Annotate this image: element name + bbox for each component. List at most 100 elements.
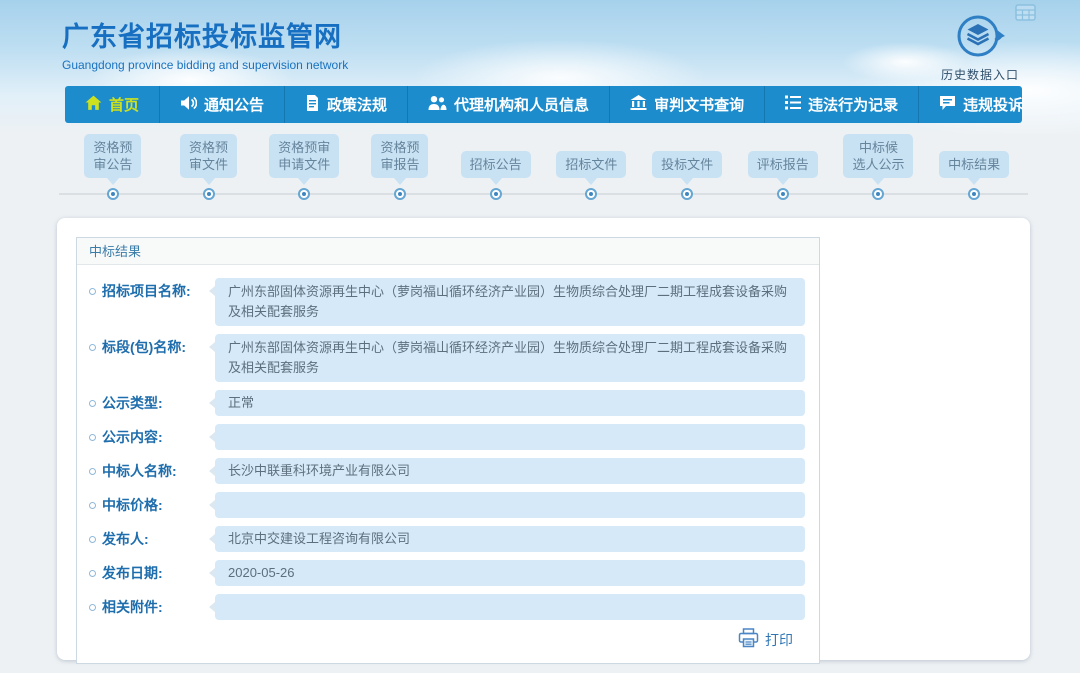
field-row-winning-price: 中标价格:: [89, 492, 805, 518]
step-dot-icon: [872, 188, 884, 200]
bubble-pointer-icon: [872, 178, 884, 185]
field-row-attachments: 相关附件:: [89, 594, 805, 620]
page-title: 广东省招标投标监管网: [62, 15, 348, 54]
step-bubble[interactable]: 中标候 选人公示: [843, 134, 913, 178]
history-data-label: 历史数据入口: [930, 66, 1030, 83]
nav-item-judgments[interactable]: 审判文书查询: [610, 86, 765, 123]
field-value: 正常: [215, 390, 805, 416]
step-bubble[interactable]: 资格预审 申请文件: [269, 134, 339, 178]
step-prequal-announcement: 资格预 审公告: [65, 134, 161, 200]
field-label: 公示类型:: [102, 390, 163, 416]
field-value: 广州东部固体资源再生中心（萝岗福山循环经济产业园）生物质综合处理厂二期工程成套设…: [215, 334, 805, 382]
panel-title: 中标结果: [77, 238, 819, 265]
result-panel: 中标结果 招标项目名称: 广州东部固体资源再生中心（萝岗福山循环经济产业园）生物…: [76, 237, 820, 664]
bullet-icon: [89, 468, 96, 475]
step-dot-icon: [298, 188, 310, 200]
step-bubble[interactable]: 招标公告: [461, 151, 531, 178]
bubble-pointer-icon: [585, 178, 597, 185]
field-label: 中标人名称:: [102, 458, 177, 484]
document-icon: [305, 95, 320, 115]
nav-item-policies[interactable]: 政策法规: [285, 86, 408, 123]
step-prequal-document: 资格预 审文件: [161, 134, 257, 200]
nav-item-violations[interactable]: 违法行为记录: [765, 86, 919, 123]
step-dot-icon: [490, 188, 502, 200]
field-row-publish-date: 发布日期: 2020-05-26: [89, 560, 805, 586]
bubble-pointer-icon: [490, 178, 502, 185]
field-label: 中标价格:: [102, 492, 163, 518]
bullet-icon: [89, 344, 96, 351]
step-winning-result: 中标结果: [926, 134, 1022, 200]
field-row-publicity-content: 公示内容:: [89, 424, 805, 450]
print-button[interactable]: 打印: [738, 628, 793, 651]
field-label: 相关附件:: [102, 594, 163, 620]
field-label: 发布日期:: [102, 560, 163, 586]
step-dot-icon: [585, 188, 597, 200]
step-dot-icon: [203, 188, 215, 200]
step-dot-icon: [107, 188, 119, 200]
process-steps: 资格预 审公告 资格预 审文件 资格预审 申请文件 资格预 审报告 招标公告 招…: [65, 134, 1022, 200]
step-bid-document: 投标文件: [639, 134, 735, 200]
nav-item-label: 代理机构和人员信息: [454, 94, 589, 115]
step-prequal-application: 资格预审 申请文件: [256, 134, 352, 200]
people-icon: [428, 95, 447, 115]
nav-item-label: 首页: [109, 94, 139, 115]
content-card: 中标结果 招标项目名称: 广州东部固体资源再生中心（萝岗福山循环经济产业园）生物…: [57, 218, 1030, 660]
step-bubble[interactable]: 招标文件: [556, 151, 626, 178]
field-value: 北京中交建设工程咨询有限公司: [215, 526, 805, 552]
chat-icon: [939, 95, 956, 115]
step-bubble[interactable]: 资格预 审文件: [180, 134, 237, 178]
field-row-project-name: 招标项目名称: 广州东部固体资源再生中心（萝岗福山循环经济产业园）生物质综合处理…: [89, 278, 805, 326]
bullet-icon: [89, 604, 96, 611]
nav-item-label: 通知公告: [204, 94, 264, 115]
bubble-pointer-icon: [298, 178, 310, 185]
step-bubble[interactable]: 中标结果: [939, 151, 1009, 178]
field-value: [215, 424, 805, 450]
bubble-pointer-icon: [681, 178, 693, 185]
print-label: 打印: [765, 630, 793, 650]
bullet-icon: [89, 400, 96, 407]
printer-icon: [738, 628, 759, 651]
step-dot-icon: [681, 188, 693, 200]
speaker-icon: [180, 95, 197, 115]
field-label: 发布人:: [102, 526, 149, 552]
step-bubble[interactable]: 资格预 审报告: [371, 134, 428, 178]
field-row-winner-name: 中标人名称: 长沙中联重科环境产业有限公司: [89, 458, 805, 484]
field-value: [215, 594, 805, 620]
step-dot-icon: [777, 188, 789, 200]
history-data-entry[interactable]: 历史数据入口: [930, 13, 1030, 83]
bubble-pointer-icon: [107, 178, 119, 185]
field-row-section-name: 标段(包)名称: 广州东部固体资源再生中心（萝岗福山循环经济产业园）生物质综合处…: [89, 334, 805, 382]
field-value: [215, 492, 805, 518]
step-dot-icon: [968, 188, 980, 200]
nav-item-complaints[interactable]: 违规投诉: [919, 86, 1043, 123]
step-prequal-report: 资格预 审报告: [352, 134, 448, 200]
step-tender-announcement: 招标公告: [448, 134, 544, 200]
bullet-icon: [89, 570, 96, 577]
field-row-publicity-type: 公示类型: 正常: [89, 390, 805, 416]
nav-item-label: 政策法规: [327, 94, 387, 115]
field-label: 招标项目名称:: [102, 278, 191, 304]
nav-item-home[interactable]: 首页: [65, 86, 160, 123]
field-value: 广州东部固体资源再生中心（萝岗福山循环经济产业园）生物质综合处理厂二期工程成套设…: [215, 278, 805, 326]
field-value: 长沙中联重科环境产业有限公司: [215, 458, 805, 484]
field-label: 公示内容:: [102, 424, 163, 450]
step-bubble[interactable]: 资格预 审公告: [84, 134, 141, 178]
step-candidate-publicity: 中标候 选人公示: [831, 134, 927, 200]
home-icon: [85, 95, 102, 115]
nav-item-agencies[interactable]: 代理机构和人员信息: [408, 86, 610, 123]
main-nav: 首页 通知公告 政策法规: [65, 86, 1022, 123]
bullet-icon: [89, 502, 96, 509]
step-tender-document: 招标文件: [544, 134, 640, 200]
step-bubble[interactable]: 投标文件: [652, 151, 722, 178]
nav-item-label: 违法行为记录: [808, 94, 898, 115]
field-value: 2020-05-26: [215, 560, 805, 586]
step-dot-icon: [394, 188, 406, 200]
bank-icon: [630, 95, 647, 115]
list-icon: [785, 95, 801, 114]
field-row-publisher: 发布人: 北京中交建设工程咨询有限公司: [89, 526, 805, 552]
field-label: 标段(包)名称:: [102, 334, 186, 360]
nav-item-label: 违规投诉: [963, 94, 1023, 115]
bubble-pointer-icon: [968, 178, 980, 185]
nav-item-notices[interactable]: 通知公告: [160, 86, 285, 123]
step-bubble[interactable]: 评标报告: [748, 151, 818, 178]
